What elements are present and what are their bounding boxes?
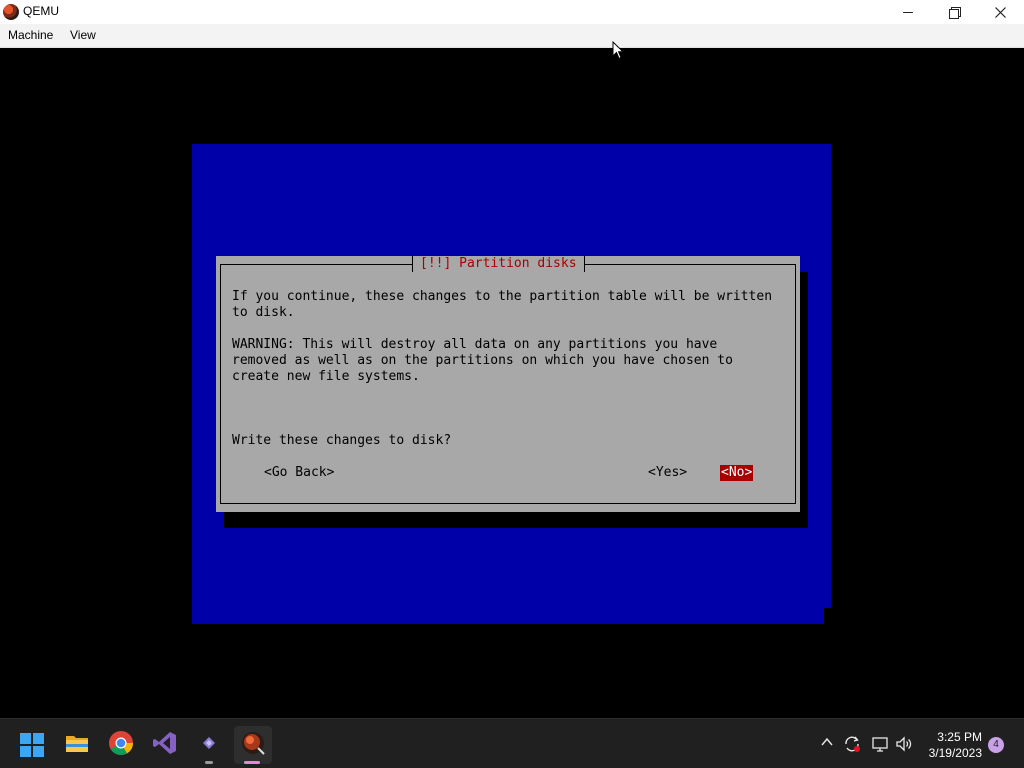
dialog-question: Write these changes to disk? [232, 433, 452, 448]
qemu-active-indicator [244, 761, 260, 764]
minimize-icon [903, 11, 913, 13]
yes-button[interactable]: <Yes> [648, 465, 687, 481]
chrome-icon[interactable] [108, 730, 134, 756]
clock-time: 3:25 PM [937, 730, 982, 744]
menu-view[interactable]: View [70, 28, 96, 42]
menu-bar: Machine View [0, 24, 1024, 48]
restore-button[interactable] [931, 0, 977, 24]
screen-notch [824, 608, 831, 624]
windows-start-icon[interactable] [20, 733, 44, 757]
go-back-button[interactable]: <Go Back> [264, 465, 334, 481]
window-title: QEMU [23, 4, 59, 18]
qemu-taskbar-icon[interactable] [240, 730, 266, 756]
minimize-button[interactable] [885, 0, 931, 24]
close-button[interactable] [977, 0, 1023, 24]
taskbar: 3:25 PM 3/19/2023 4 [0, 718, 1024, 768]
dialog-warning: WARNING: This will destroy all data on a… [232, 337, 733, 384]
clock-date: 3/19/2023 [928, 746, 982, 760]
window-titlebar: QEMU [0, 0, 1024, 24]
clock[interactable]: 3:25 PM 3/19/2023 [920, 729, 982, 761]
network-icon[interactable] [871, 735, 889, 756]
app-icon[interactable] [196, 730, 222, 756]
volume-icon[interactable] [895, 735, 913, 756]
menu-machine[interactable]: Machine [8, 28, 53, 42]
sync-icon[interactable] [843, 735, 861, 756]
app-running-indicator [205, 761, 213, 764]
partition-dialog: [!!] Partition disks If you continue, th… [216, 256, 800, 512]
close-icon [994, 6, 1006, 18]
file-explorer-icon[interactable] [64, 730, 90, 756]
qemu-icon [3, 4, 19, 20]
restore-icon [949, 7, 961, 19]
notification-badge[interactable]: 4 [988, 737, 1004, 753]
dialog-title: [!!] Partition disks [412, 256, 585, 272]
no-button[interactable]: <No> [720, 465, 754, 481]
dialog-message: If you continue, these changes to the pa… [232, 289, 773, 320]
chevron-up-icon[interactable] [820, 735, 834, 752]
visual-studio-icon[interactable] [152, 730, 178, 756]
